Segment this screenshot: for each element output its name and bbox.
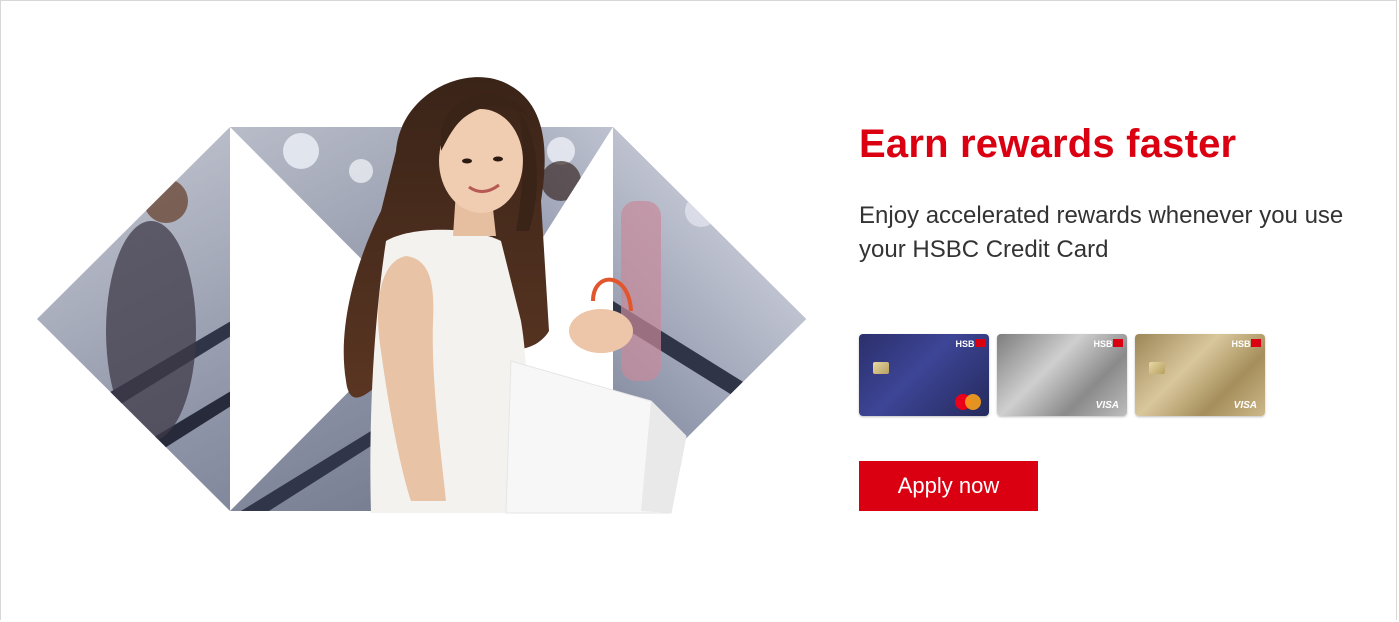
hsbc-logo-icon [1113,339,1123,347]
apply-now-button[interactable]: Apply now [859,461,1038,511]
hsbc-logo-icon [1251,339,1261,347]
subtext: Enjoy accelerated rewards whenever you u… [859,202,1344,263]
platinum-card: HSBC VISA [997,334,1127,416]
mastercard-logo-icon [955,394,981,410]
credit-cards: HSBC HSBC VISA HSBC VISA [859,334,1265,416]
headline: Earn rewards faster [859,122,1237,166]
chip-icon [1149,362,1165,374]
promo-banner: Earn rewards faster Enjoy accelerated re… [0,0,1397,620]
hsbc-logo-icon [975,339,985,347]
visa-logo: VISA [1233,400,1257,411]
gold-card: HSBC VISA [1135,334,1265,416]
promo-copy: Earn rewards faster Enjoy accelerated re… [859,119,1379,267]
visa-logo: VISA [1095,400,1119,411]
hero-image [1,1,821,622]
chip-icon [873,362,889,374]
premier-card: HSBC [859,334,989,416]
